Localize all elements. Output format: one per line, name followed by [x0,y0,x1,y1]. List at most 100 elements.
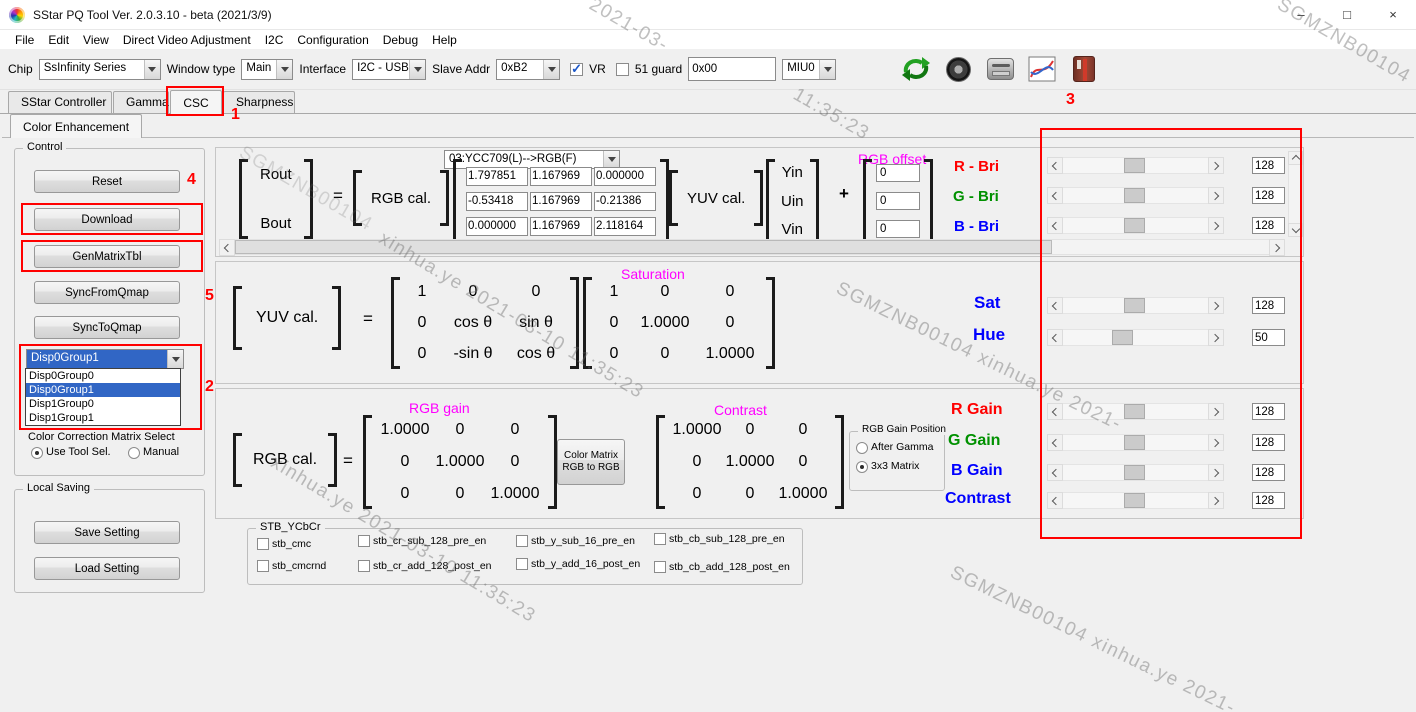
slider-left-arrow[interactable] [1047,297,1063,314]
dropdown-option[interactable]: Disp1Group1 [26,411,180,425]
scroll-up-arrow[interactable] [1288,151,1303,165]
slider-right-arrow[interactable] [1208,464,1224,481]
stb-y-add-16-post-en-checkbox[interactable] [516,558,528,570]
matrix-cell[interactable] [530,167,592,186]
menu-help[interactable]: Help [425,31,464,49]
g-bri-slider[interactable] [1047,187,1224,204]
connect-button[interactable] [898,53,934,85]
dropdown-option-selected[interactable]: Disp0Group1 [26,383,180,397]
b-gain-slider[interactable] [1047,464,1224,481]
stb-cb-add-128-post-en-checkbox[interactable] [654,561,666,573]
chevron-down-icon[interactable] [167,350,183,368]
hue-slider[interactable] [1047,329,1224,346]
manual-radio[interactable] [128,447,140,459]
rgb-offset-input[interactable] [876,220,920,238]
slider-left-arrow[interactable] [1047,492,1063,509]
chevron-down-icon[interactable] [409,60,425,79]
menu-debug[interactable]: Debug [376,31,425,49]
tab-csc[interactable]: CSC [170,90,222,114]
slider-thumb[interactable] [1124,465,1145,480]
slider-left-arrow[interactable] [1047,434,1063,451]
slider-right-arrow[interactable] [1208,297,1224,314]
use-tool-sel-radio[interactable] [31,447,43,459]
matrix-cell[interactable] [594,217,656,236]
stb-cmc-checkbox[interactable] [257,538,269,550]
slave-addr-select[interactable]: 0xB2 [496,59,560,80]
slider-thumb[interactable] [1112,330,1133,345]
chip-select[interactable]: SsInfinity Series [39,59,161,80]
slider-right-arrow[interactable] [1208,434,1224,451]
slider-left-arrow[interactable] [1047,157,1063,174]
slider-left-arrow[interactable] [1047,329,1063,346]
r-bri-value[interactable] [1252,157,1285,174]
sync-from-qmap-button[interactable]: SyncFromQmap [34,281,180,304]
stb-y-sub-16-pre-en-checkbox[interactable] [516,535,528,547]
rgb-offset-input[interactable] [876,164,920,182]
sat-slider[interactable] [1047,297,1224,314]
menu-i2c[interactable]: I2C [258,31,291,49]
slider-right-arrow[interactable] [1208,329,1224,346]
tab-color-enhancement[interactable]: Color Enhancement [10,114,142,138]
rgb-offset-input[interactable] [876,192,920,210]
sat-value[interactable] [1252,297,1285,314]
matrix-cell[interactable] [466,167,528,186]
g-gain-value[interactable] [1252,434,1285,451]
r-bri-slider[interactable] [1047,157,1224,174]
chevron-down-icon[interactable] [819,60,835,79]
gen-matrix-tbl-button[interactable]: GenMatrixTbl [34,245,180,268]
hue-value[interactable] [1252,329,1285,346]
load-setting-button[interactable]: Load Setting [34,557,180,580]
burn-button[interactable] [982,53,1018,85]
r-gain-slider[interactable] [1047,403,1224,420]
contrast-slider[interactable] [1047,492,1224,509]
menu-configuration[interactable]: Configuration [290,31,375,49]
slider-left-arrow[interactable] [1047,464,1063,481]
menu-file[interactable]: File [8,31,41,49]
after-gamma-radio[interactable] [856,442,868,454]
slider-left-arrow[interactable] [1047,217,1063,234]
g-bri-value[interactable] [1252,187,1285,204]
window-type-select[interactable]: Main [241,59,293,80]
chevron-down-icon[interactable] [543,60,559,79]
scrollbar-thumb[interactable] [235,240,1052,254]
slider-thumb[interactable] [1124,404,1145,419]
scroll-down-arrow[interactable] [1288,223,1303,237]
guard-value-input[interactable] [688,57,776,81]
matrix-horizontal-scrollbar[interactable] [219,239,1285,255]
slider-thumb[interactable] [1124,493,1145,508]
slider-thumb[interactable] [1124,188,1145,203]
stb-cmcrnd-checkbox[interactable] [257,560,269,572]
miu-select[interactable]: MIU0 [782,59,836,80]
minimize-button[interactable]: – [1278,0,1324,29]
dropdown-option[interactable]: Disp0Group0 [26,369,180,383]
folder-button[interactable] [1066,53,1102,85]
matrix-cell[interactable] [594,192,656,211]
disp-group-select[interactable]: Disp0Group1 [26,349,184,369]
menu-edit[interactable]: Edit [41,31,76,49]
download-button[interactable]: Download [34,208,180,231]
matrix-cell[interactable] [466,217,528,236]
slider-right-arrow[interactable] [1208,187,1224,204]
slider-thumb[interactable] [1124,298,1145,313]
menu-view[interactable]: View [76,31,116,49]
g-gain-slider[interactable] [1047,434,1224,451]
matrix-cell[interactable] [466,192,528,211]
bri-vertical-scrollbar[interactable] [1288,151,1303,237]
chevron-down-icon[interactable] [144,60,160,79]
contrast-value[interactable] [1252,492,1285,509]
matrix-3x3-radio[interactable] [856,461,868,473]
slider-left-arrow[interactable] [1047,187,1063,204]
slider-left-arrow[interactable] [1047,403,1063,420]
curve-chart-button[interactable] [1024,53,1060,85]
sync-to-qmap-button[interactable]: SyncToQmap [34,316,180,339]
color-matrix-rgb-to-rgb-button[interactable]: Color Matrix RGB to RGB [557,439,625,485]
dropdown-option[interactable]: Disp1Group0 [26,397,180,411]
slider-right-arrow[interactable] [1208,403,1224,420]
reset-button[interactable]: Reset [34,170,180,193]
tab-sharpness[interactable]: Sharpness [223,91,295,113]
slider-thumb[interactable] [1124,218,1145,233]
b-gain-value[interactable] [1252,464,1285,481]
slider-right-arrow[interactable] [1208,217,1224,234]
slider-thumb[interactable] [1124,158,1145,173]
scroll-left-arrow[interactable] [219,239,235,256]
